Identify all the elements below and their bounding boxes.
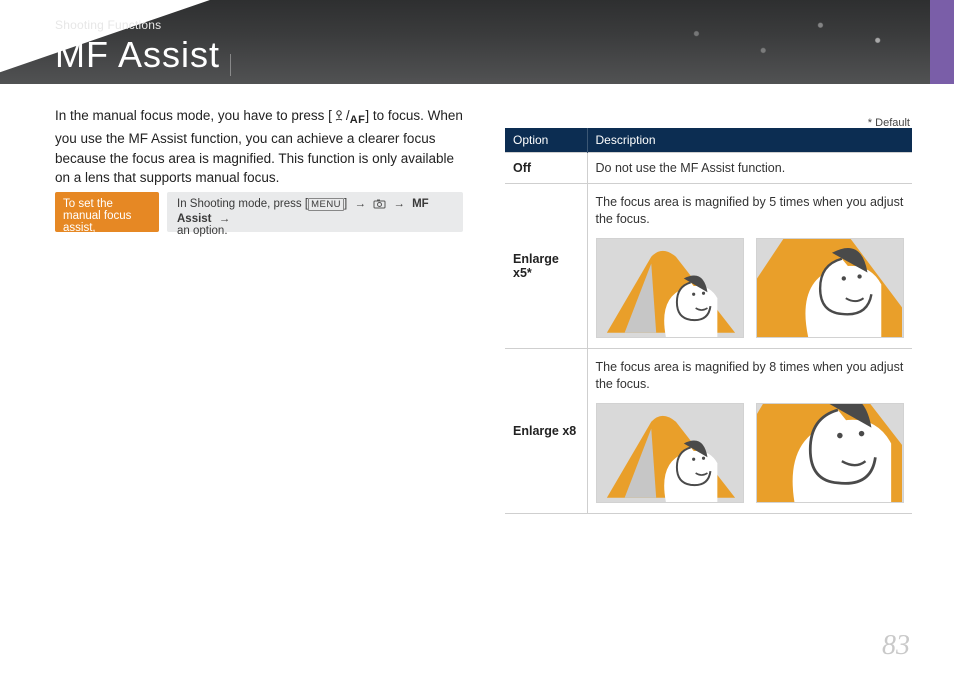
desc-enlarge-x5: The focus area is magnified by 5 times w… [587,184,912,349]
menu-button-label: MENU [308,198,344,211]
breadcrumb: Shooting Functions [55,18,161,32]
flower-macro-icon [332,109,346,129]
options-table: Option Description Off Do not use the MF… [505,128,912,514]
instruction-callouts: To set the manual focus assist, In Shoot… [55,192,463,232]
page-number: 83 [882,630,910,662]
illustration-icon [757,404,903,503]
option-enlarge-x5: Enlarge x5* [505,184,587,349]
callout-step-text-1: In Shooting mode, press [ [177,198,308,210]
sample-image-x8-normal [596,403,744,503]
thumb-row-x5 [596,238,905,338]
desc-text-x8: The focus area is magnified by 8 times w… [596,359,905,393]
table-row: Off Do not use the MF Assist function. [505,153,912,184]
illustration-icon [597,404,743,503]
af-icon: AF [350,113,366,129]
arrow-icon: → [393,198,405,210]
sample-image-x8-zoom [756,403,904,503]
chapter-tab [930,0,954,84]
th-description: Description [587,128,912,153]
arrow-icon: → [354,198,366,210]
option-enlarge-x8: Enlarge x8 [505,348,587,513]
intro-paragraph: In the manual focus mode, you have to pr… [55,106,465,188]
sample-image-x5-zoom [756,238,904,338]
desc-off: Do not use the MF Assist function. [587,153,912,184]
manual-page: Shooting Functions MF Assist In the manu… [0,0,954,676]
title-separator [230,54,231,76]
thumb-row-x8 [596,403,905,503]
th-option: Option [505,128,587,153]
table-header-row: Option Description [505,128,912,153]
desc-enlarge-x8: The focus area is magnified by 8 times w… [587,348,912,513]
options-table-wrap: Option Description Off Do not use the MF… [505,128,912,514]
desc-text-x5: The focus area is magnified by 5 times w… [596,194,905,228]
page-title: MF Assist [55,34,220,76]
illustration-icon [757,239,903,338]
arrow-icon: → [219,213,231,225]
callout-label: To set the manual focus assist, [55,192,159,232]
table-row: Enlarge x5* The focus area is magnified … [505,184,912,349]
camera-mode-icon [373,198,386,213]
intro-text-1: In the manual focus mode, you have to pr… [55,108,332,123]
callout-step-text-2: ] [344,198,347,210]
table-row: Enlarge x8 The focus area is magnified b… [505,348,912,513]
sample-image-x5-normal [596,238,744,338]
illustration-icon [597,239,743,338]
option-off: Off [505,153,587,184]
callout-step-text-3: an option. [177,225,228,237]
callout-steps: In Shooting mode, press [MENU] → → MF As… [167,192,463,232]
